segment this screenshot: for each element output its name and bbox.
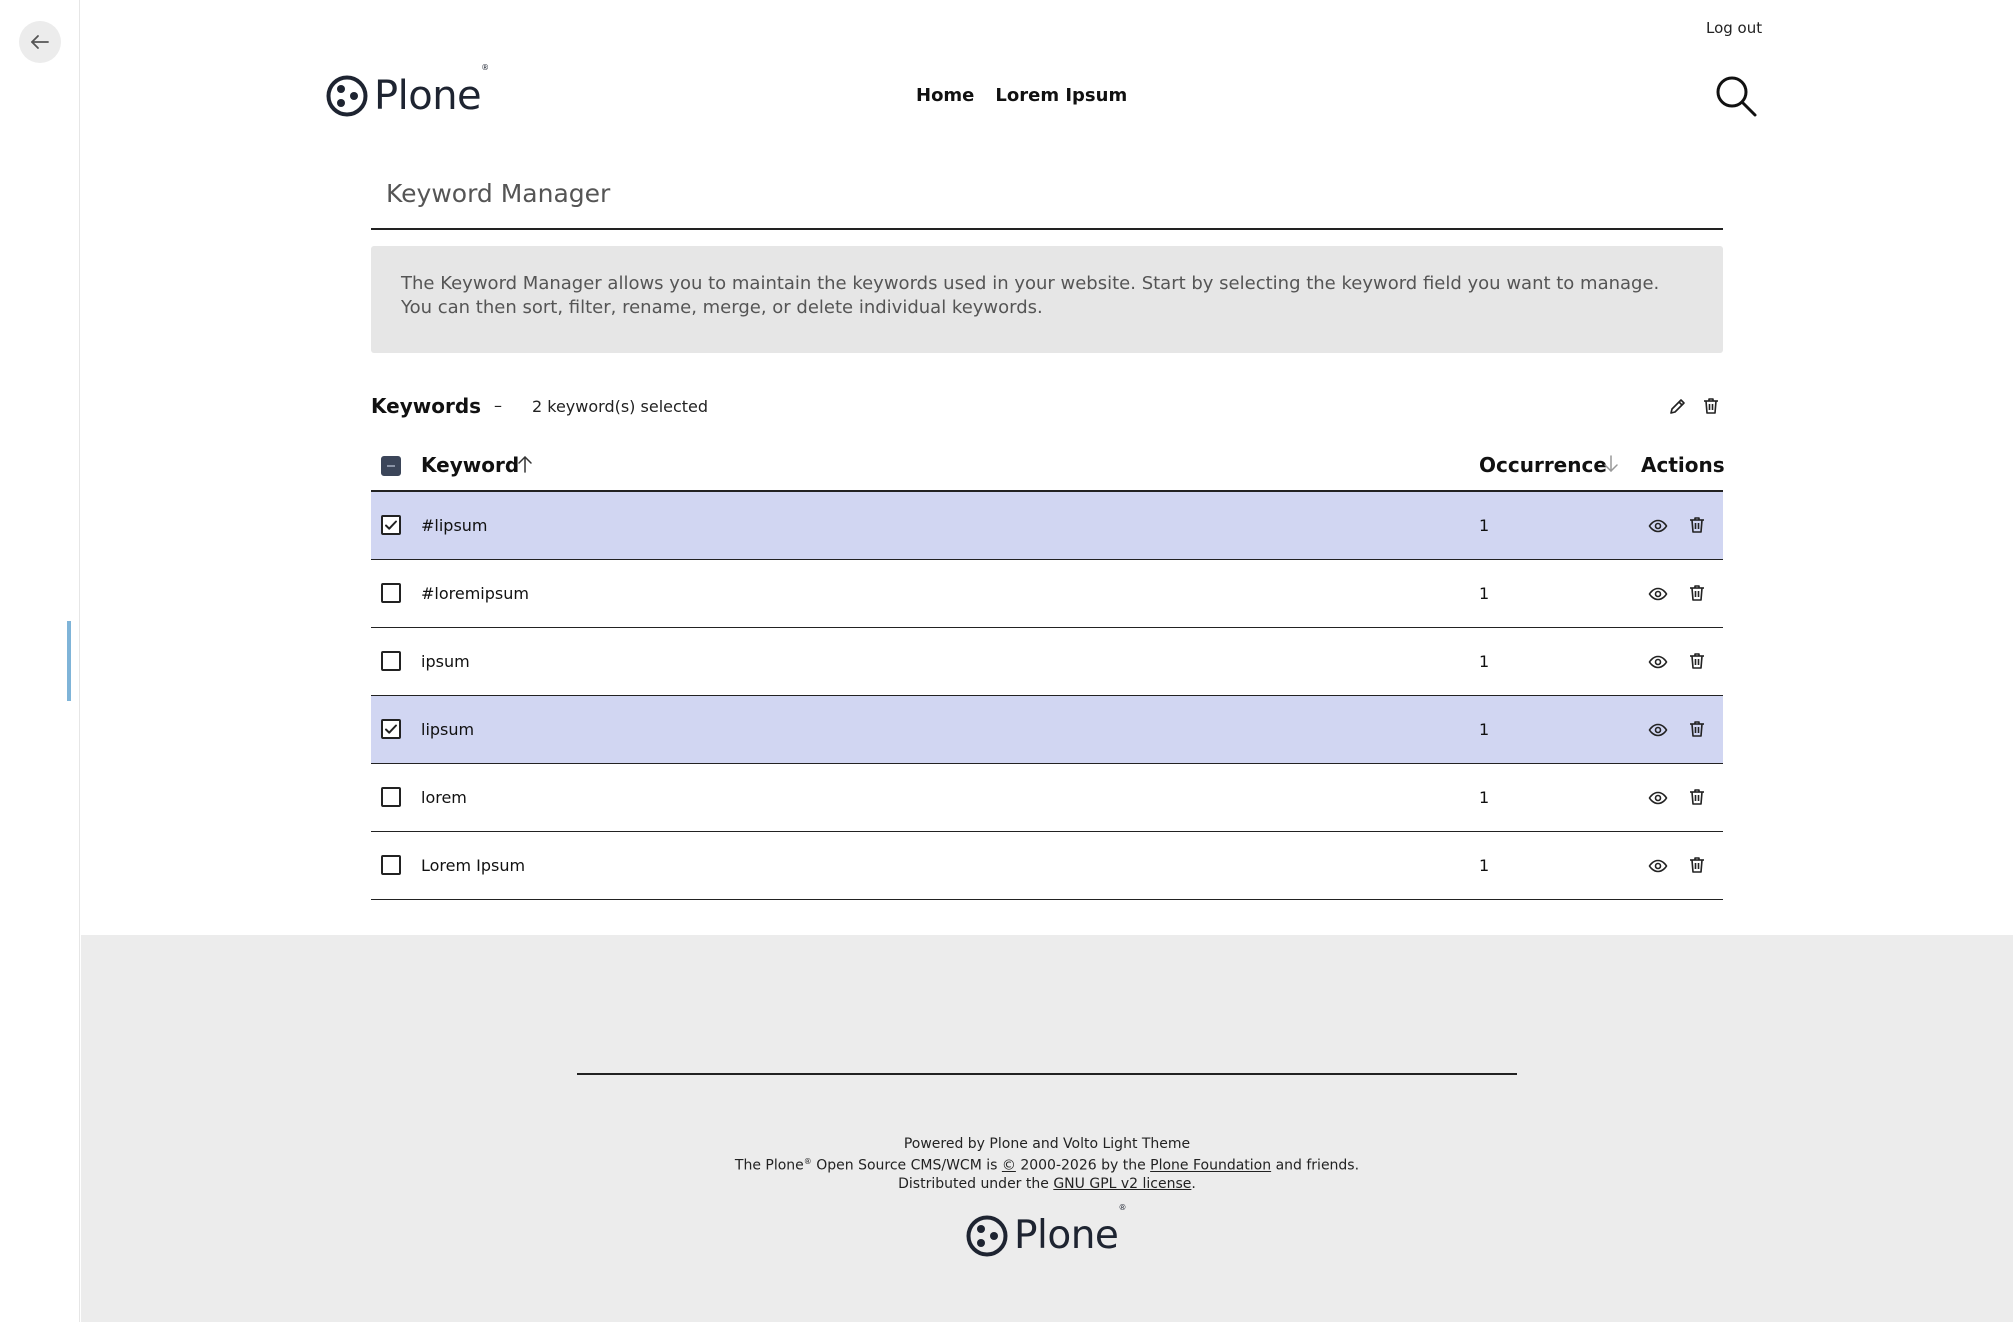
nav-item-lorem-ipsum[interactable]: Lorem Ipsum: [995, 85, 1127, 106]
trash-icon: [1690, 653, 1704, 669]
keywords-header: Keywords – 2 keyword(s) selected: [371, 393, 1723, 423]
eye-icon: [1648, 723, 1668, 737]
eye-icon: [1648, 519, 1668, 533]
gpl-license-link[interactable]: GNU GPL v2 license: [1053, 1176, 1191, 1192]
trash-icon: [1690, 517, 1704, 533]
search-button[interactable]: [1714, 74, 1758, 118]
occurrence-cell: 1: [1479, 720, 1490, 739]
footer-logo-text: Plone®: [1014, 1203, 1126, 1258]
trash-icon: [1690, 585, 1704, 601]
eye-icon: [1648, 791, 1668, 805]
keywords-table: Keyword Occurrence Actions #lipsum 1 #lo…: [371, 441, 1725, 900]
toolbar: [0, 0, 80, 1322]
keyword-cell: ipsum: [421, 652, 470, 671]
table-row: #lipsum 1: [371, 492, 1723, 560]
table-row: #loremipsum 1: [371, 560, 1723, 628]
nav-item-home[interactable]: Home: [916, 85, 974, 106]
select-all-checkbox[interactable]: [381, 456, 401, 476]
table-header: Keyword Occurrence Actions: [371, 441, 1725, 492]
footer-license: Distributed under the GNU GPL v2 license…: [898, 1175, 1196, 1192]
keywords-dash: –: [494, 396, 502, 415]
description-box: The Keyword Manager allows you to mainta…: [371, 246, 1723, 353]
view-button[interactable]: [1648, 652, 1668, 672]
main-nav: Home Lorem Ipsum: [916, 85, 1127, 106]
table-row: ipsum 1: [371, 628, 1723, 696]
row-checkbox[interactable]: [381, 515, 401, 535]
delete-button[interactable]: [1687, 583, 1707, 603]
plone-logo-icon: [326, 75, 368, 117]
footer-logo[interactable]: Plone®: [966, 1203, 1126, 1258]
eye-icon: [1648, 587, 1668, 601]
eye-icon: [1648, 655, 1668, 669]
view-button[interactable]: [1648, 788, 1668, 808]
checkmark-icon: [385, 520, 397, 530]
plone-logo-icon: [966, 1215, 1008, 1256]
occurrence-cell: 1: [1479, 516, 1490, 535]
footer-text: Powered by Plone and Volto Light Theme T…: [81, 1135, 2013, 1193]
row-checkbox[interactable]: [381, 787, 401, 807]
column-header-occurrence[interactable]: Occurrence: [1479, 453, 1607, 477]
title-divider: [371, 228, 1723, 230]
page-title: Keyword Manager: [386, 179, 611, 208]
table-row: Lorem Ipsum 1: [371, 832, 1723, 900]
trash-icon: [1704, 398, 1718, 414]
eye-icon: [1648, 859, 1668, 873]
row-checkbox[interactable]: [381, 651, 401, 671]
keyword-cell: #loremipsum: [421, 584, 529, 603]
view-button[interactable]: [1648, 516, 1668, 536]
bulk-edit-button[interactable]: [1668, 396, 1688, 416]
trash-icon: [1690, 789, 1704, 805]
description-text: The Keyword Manager allows you to mainta…: [401, 273, 1660, 318]
delete-button[interactable]: [1687, 719, 1707, 739]
row-checkbox[interactable]: [381, 719, 401, 739]
pencil-icon: [1670, 399, 1685, 414]
row-checkbox[interactable]: [381, 855, 401, 875]
delete-button[interactable]: [1687, 515, 1707, 535]
keyword-cell: #lipsum: [421, 516, 488, 535]
table-row: lipsum 1: [371, 696, 1723, 764]
table-body: #lipsum 1 #loremipsum 1 ipsum 1 lipsum 1: [371, 492, 1723, 900]
keyword-cell: lorem: [421, 788, 467, 807]
keyword-cell: Lorem Ipsum: [421, 856, 526, 875]
trash-icon: [1690, 721, 1704, 737]
view-button[interactable]: [1648, 584, 1668, 604]
delete-button[interactable]: [1687, 651, 1707, 671]
table-row: lorem 1: [371, 764, 1723, 832]
delete-button[interactable]: [1687, 855, 1707, 875]
keyword-cell: lipsum: [421, 720, 475, 739]
footer-divider: [577, 1073, 1517, 1075]
view-button[interactable]: [1648, 720, 1668, 740]
plone-foundation-link[interactable]: Plone Foundation: [1150, 1158, 1271, 1174]
occurrence-cell: 1: [1479, 584, 1490, 603]
view-button[interactable]: [1648, 856, 1668, 876]
footer-powered-by: Powered by Plone and Volto Light Theme: [903, 1136, 1191, 1152]
footer: Powered by Plone and Volto Light Theme T…: [81, 935, 2013, 1322]
arrow-left-icon: [31, 35, 49, 49]
checkmark-icon: [385, 724, 397, 734]
column-header-keyword[interactable]: Keyword: [421, 453, 519, 477]
selected-count: 2 keyword(s) selected: [532, 397, 709, 416]
site-logo[interactable]: Plone®: [326, 63, 489, 119]
footer-copyright: The Plone® Open Source CMS/WCM is © 2000…: [734, 1157, 1360, 1174]
column-header-actions: Actions: [1641, 453, 1725, 477]
occurrence-cell: 1: [1479, 856, 1490, 875]
copyright-link[interactable]: ©: [1002, 1158, 1016, 1174]
occurrence-cell: 1: [1479, 788, 1490, 807]
row-checkbox[interactable]: [381, 583, 401, 603]
logout-link[interactable]: Log out: [1706, 19, 1762, 37]
sort-ascending-icon[interactable]: [516, 454, 534, 474]
sort-descending-icon[interactable]: [1602, 454, 1620, 474]
back-button[interactable]: [19, 21, 61, 63]
bulk-delete-button[interactable]: [1701, 396, 1721, 416]
keywords-title: Keywords: [371, 394, 482, 418]
logo-text: Plone®: [374, 63, 489, 119]
search-icon: [1716, 76, 1757, 117]
trash-icon: [1690, 857, 1704, 873]
delete-button[interactable]: [1687, 787, 1707, 807]
toolbar-indicator: [67, 621, 71, 701]
occurrence-cell: 1: [1479, 652, 1490, 671]
